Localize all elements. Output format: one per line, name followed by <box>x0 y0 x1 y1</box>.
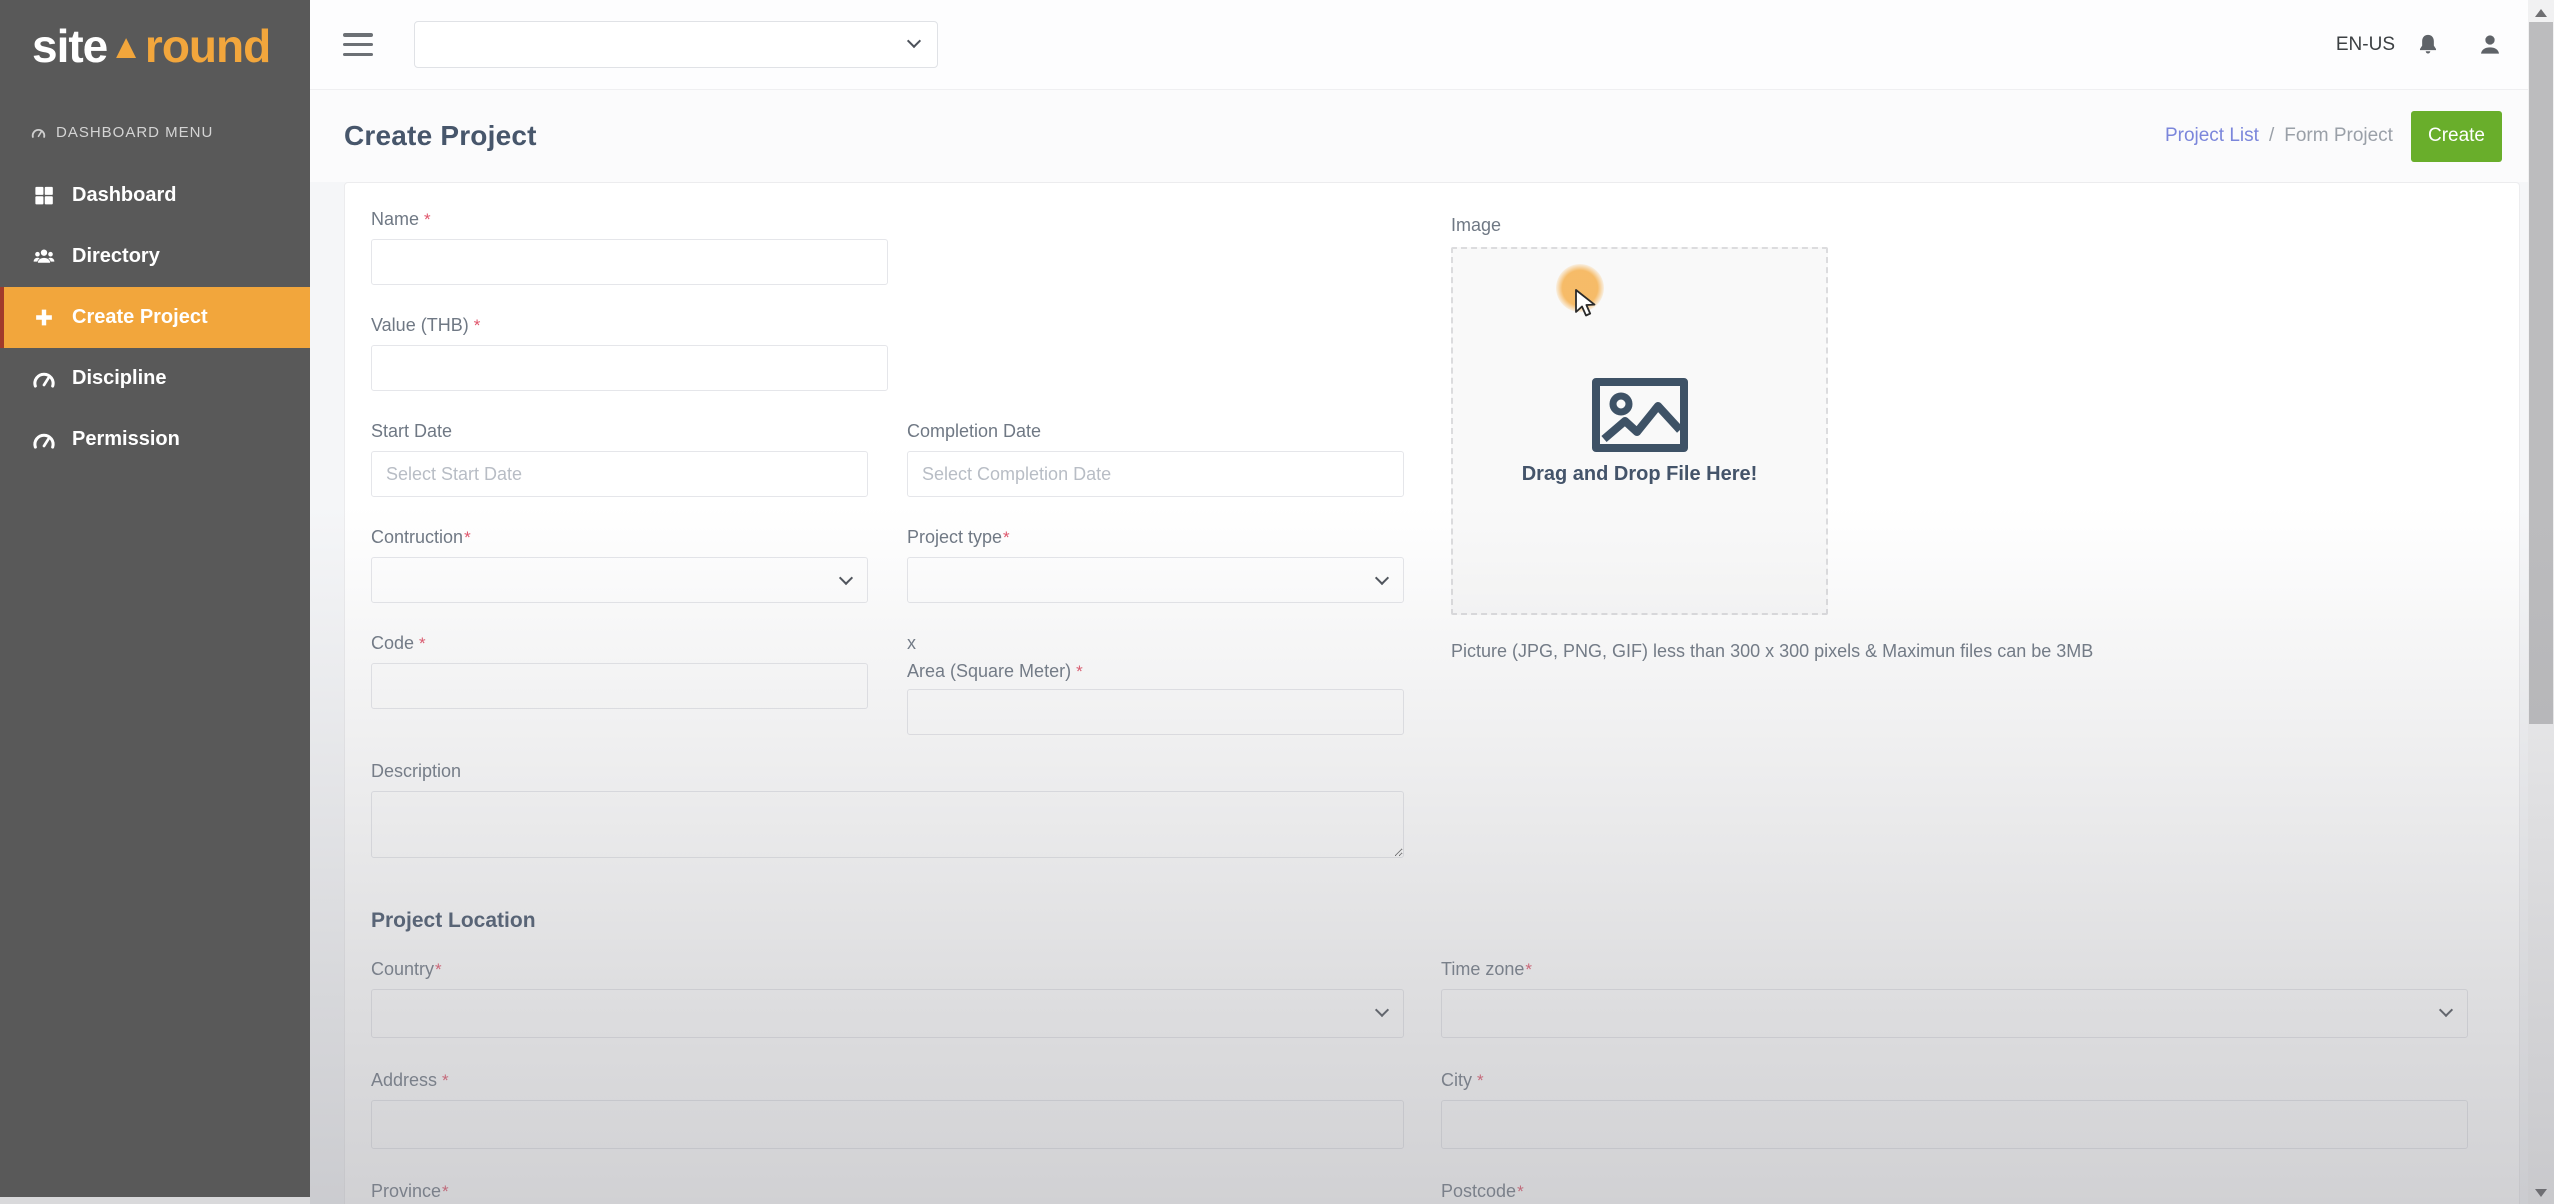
country-label: Country* <box>371 959 1404 980</box>
breadcrumb-separator: / <box>2269 125 2274 147</box>
people-icon <box>30 245 57 269</box>
sidebar-item-label: Directory <box>72 245 160 268</box>
sidebar: site ▲ round DASHBOARD MENU Dashboard Di… <box>0 0 310 1197</box>
start-date-label: Start Date <box>371 421 868 442</box>
required-marker: * <box>442 1071 449 1090</box>
sidebar-section-header: DASHBOARD MENU <box>0 112 310 152</box>
completion-date-label: Completion Date <box>907 421 1404 442</box>
plus-icon <box>30 306 57 330</box>
brand-logo[interactable]: site ▲ round <box>0 0 310 92</box>
start-date-input[interactable] <box>371 451 868 497</box>
required-marker: * <box>419 634 426 653</box>
scroll-up-arrow-icon[interactable] <box>2535 9 2547 17</box>
project-location-heading: Project Location <box>371 909 2493 933</box>
scroll-down-arrow-icon[interactable] <box>2535 1189 2547 1197</box>
timezone-label: Time zone* <box>1441 959 2468 980</box>
image-label: Image <box>1451 215 2511 236</box>
required-marker: * <box>464 528 471 547</box>
contruction-label: Contruction* <box>371 527 868 548</box>
postcode-label: Postcode* <box>1441 1181 2468 1202</box>
value-thb-input[interactable] <box>371 345 888 391</box>
breadcrumb-current: Form Project <box>2284 125 2393 147</box>
address-label: Address* <box>371 1070 1404 1091</box>
project-type-select[interactable] <box>907 557 1404 603</box>
project-type-label: Project type* <box>907 527 1404 548</box>
topbar: EN-US <box>310 0 2554 90</box>
required-marker: * <box>1477 1071 1484 1090</box>
sidebar-item-discipline[interactable]: Discipline <box>0 348 310 409</box>
sidebar-section-label: DASHBOARD MENU <box>56 124 213 141</box>
page-title: Create Project <box>344 120 537 152</box>
menu-toggle-icon[interactable] <box>343 33 373 56</box>
name-label: Name* <box>371 209 888 230</box>
chevron-down-icon <box>2439 1003 2453 1017</box>
chevron-down-icon <box>1375 571 1389 585</box>
area-input[interactable] <box>907 689 1404 735</box>
sidebar-item-label: Create Project <box>72 306 208 329</box>
required-marker: * <box>442 1182 449 1201</box>
page-header: Create Project Project List / Form Proje… <box>310 90 2554 182</box>
required-marker: * <box>435 960 442 979</box>
breadcrumb-project-list-link[interactable]: Project List <box>2165 125 2259 147</box>
chevron-down-icon <box>839 571 853 585</box>
sidebar-item-dashboard[interactable]: Dashboard <box>0 165 310 226</box>
required-marker: * <box>1525 960 1532 979</box>
name-input[interactable] <box>371 239 888 285</box>
dropzone-text: Drag and Drop File Here! <box>1522 463 1758 486</box>
code-input[interactable] <box>371 663 868 709</box>
logo-text-site: site <box>32 19 107 73</box>
chevron-down-icon <box>907 34 921 48</box>
logo-triangle-icon: ▲ <box>109 28 143 67</box>
sidebar-item-create-project[interactable]: Create Project <box>0 287 310 348</box>
sidebar-item-directory[interactable]: Directory <box>0 226 310 287</box>
description-textarea[interactable] <box>371 791 1404 858</box>
gauge-icon <box>30 367 57 391</box>
city-input[interactable] <box>1441 1100 2468 1149</box>
city-label: City* <box>1441 1070 2468 1091</box>
required-marker: * <box>424 210 431 229</box>
gauge-icon <box>30 428 57 452</box>
notification-bell-icon[interactable] <box>2415 32 2441 58</box>
country-select[interactable] <box>371 989 1404 1038</box>
form-card: Name* Value (THB)* Start Date Completion… <box>344 182 2520 1204</box>
scrollbar-thumb[interactable] <box>2529 22 2553 724</box>
create-button[interactable]: Create <box>2411 111 2502 162</box>
vertical-scrollbar[interactable] <box>2528 0 2554 1204</box>
gauge-icon <box>30 125 47 139</box>
required-marker: * <box>474 316 481 335</box>
required-marker: * <box>1003 528 1010 547</box>
main-area: EN-US Create Project Project List / Form… <box>310 0 2554 1204</box>
user-account-icon[interactable] <box>2477 32 2503 58</box>
description-label: Description <box>371 761 1404 782</box>
required-marker: * <box>1517 1182 1524 1201</box>
construction-select[interactable] <box>371 557 868 603</box>
sidebar-item-label: Dashboard <box>72 184 176 207</box>
code-label: Code* <box>371 633 868 654</box>
topbar-project-select[interactable] <box>414 21 938 68</box>
logo-text-round: round <box>145 19 270 73</box>
province-label: Province* <box>371 1181 1404 1202</box>
image-placeholder-icon <box>1591 377 1689 453</box>
dimension-x-label: x <box>907 633 1404 654</box>
image-hint-text: Picture (JPG, PNG, GIF) less than 300 x … <box>1451 641 2511 662</box>
address-input[interactable] <box>371 1100 1404 1149</box>
sidebar-nav: Dashboard Directory Create Project Disci… <box>0 165 310 470</box>
chevron-down-icon <box>1375 1003 1389 1017</box>
required-marker: * <box>1076 662 1083 681</box>
value-thb-label: Value (THB)* <box>371 315 888 336</box>
sidebar-item-label: Discipline <box>72 367 166 390</box>
image-dropzone[interactable]: Drag and Drop File Here! <box>1451 247 1828 615</box>
sidebar-item-permission[interactable]: Permission <box>0 409 310 470</box>
language-selector[interactable]: EN-US <box>2336 34 2395 56</box>
completion-date-input[interactable] <box>907 451 1404 497</box>
grid-icon <box>30 184 57 208</box>
timezone-select[interactable] <box>1441 989 2468 1038</box>
area-label: Area (Square Meter)* <box>907 661 1404 682</box>
sidebar-item-label: Permission <box>72 428 180 451</box>
